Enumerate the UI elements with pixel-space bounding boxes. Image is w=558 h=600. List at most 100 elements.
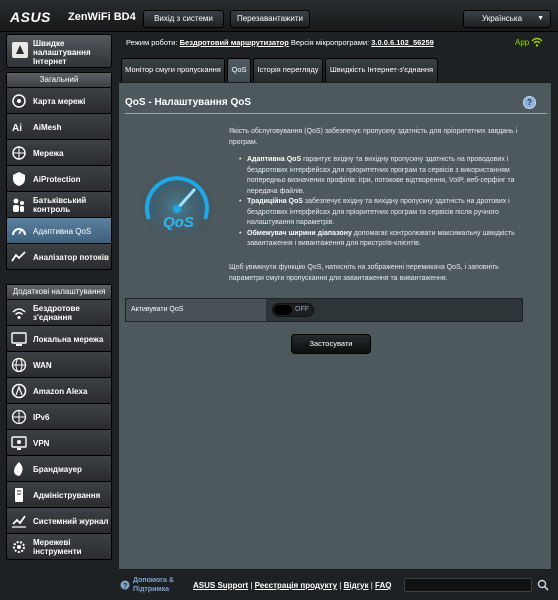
sidebar-item-aimesh[interactable]: Ai AiMesh [6,114,112,140]
firewall-icon [14,462,23,476]
app-indicator[interactable]: App [515,37,543,47]
administration-icon [15,488,23,502]
lan-icon [11,332,27,346]
apply-button[interactable]: Застосувати [291,334,371,354]
asus-logo[interactable]: ASUS [10,9,51,25]
sidebar-item-lan[interactable]: Локальна мережа [6,326,112,352]
sidebar-item-administration[interactable]: Адміністрування [6,482,112,508]
reboot-button[interactable]: Перезавантажити [230,10,310,28]
system-log-icon [12,515,26,528]
advanced-section-heading: Додаткові налаштування [6,284,112,300]
divider [125,113,547,114]
enable-qos-label: Активувати QoS [126,299,266,321]
qos-enable-note: Щоб увімкнути функцію QoS, натисніть на … [229,264,499,282]
quick-setup-label: Швидке налаштування Інтернет [33,39,91,66]
sidebar-item-vpn[interactable]: VPN [6,430,112,456]
tab-web-history[interactable]: Історія перегляду [253,58,323,82]
language-value: Українська [482,14,523,23]
feedback-link[interactable]: Відгук [344,581,369,590]
sidebar-item-label: Батьківський контроль [33,196,87,214]
sidebar-item-label: IPv6 [33,412,50,422]
language-select[interactable]: Українська ▼ [463,10,551,28]
sidebar-item-label: Бездротове з'єднання [33,304,80,322]
sidebar-item-wan[interactable]: WAN [6,352,112,378]
ipv6-icon [11,409,27,425]
sidebar-item-system-log[interactable]: Системний журнал [6,508,112,534]
sidebar-item-label: Адаптивна QoS [33,226,92,236]
tab-speedtest[interactable]: Швидкість Інтернет-з'єднання [325,58,438,82]
qos-intro: Якість обслуговування (QoS) забезпечує п… [229,128,518,146]
wifi-icon [531,37,543,47]
sidebar-item-label: Аналізатор потоків [33,252,109,262]
sidebar-item-label: Мережеві інструменти [33,538,82,556]
footer: ? Допомога & Підтримка ASUS Support | Ре… [0,572,558,600]
enable-qos-toggle[interactable]: OFF [272,303,314,317]
toggle-knob [274,305,292,315]
vpn-icon [11,436,27,450]
alexa-icon [11,383,27,399]
tab-qos[interactable]: QoS [227,58,251,82]
faq-link[interactable]: FAQ [375,581,391,590]
tab-bandwidth-monitor[interactable]: Монітор смуги пропускання [121,58,225,82]
bullet-title: Обмежувач ширини діапазону [247,229,352,237]
search-input[interactable] [404,578,532,592]
help-icon[interactable]: ? [523,96,536,109]
qos-speedometer-icon: QoS [137,167,217,247]
network-map-icon [12,94,26,108]
list-item: Обмежувач ширини діапазону допомагає кон… [239,229,531,250]
sidebar-item-label: Карта мережі [33,96,86,106]
sidebar-item-label: Мережа [33,148,64,158]
sidebar-item-parental-control[interactable]: Батьківський контроль [6,192,112,218]
search-icon[interactable] [537,579,549,591]
app-label: App [515,38,530,47]
sidebar-item-network-tools[interactable]: Мережеві інструменти [6,534,112,560]
qos-icon [12,228,26,236]
network-tools-icon [13,541,25,553]
bullet-title: Адаптивна QoS [247,156,302,163]
firmware-label: Версія мікропрограми: [290,38,370,47]
sidebar-item-aiprotection[interactable]: AiProtection [6,166,112,192]
sidebar-item-label: Брандмауер [33,464,82,474]
sidebar-item-alexa[interactable]: Amazon Alexa [6,378,112,404]
wan-icon [11,357,27,373]
traffic-analyzer-icon [11,251,26,262]
wireless-icon [12,308,26,319]
parental-control-icon [13,198,24,212]
aiprotection-icon [13,172,25,186]
sidebar-item-network[interactable]: Мережа [6,140,112,166]
status-line: Режим роботи: Бездротовий маршрутизатор … [126,38,486,47]
sidebar-item-firewall[interactable]: Брандмауер [6,456,112,482]
sidebar-item-traffic-analyzer[interactable]: Аналізатор потоків [6,244,112,270]
sidebar-item-label: VPN [33,438,50,448]
sidebar-item-label: AiMesh [33,122,62,132]
help-support-link[interactable]: Допомога & Підтримка [133,576,183,594]
page-title: QoS - Налаштування QoS [125,97,252,108]
chevron-down-icon: ▼ [537,15,544,22]
sidebar-item-network-map[interactable]: Карта мережі [6,88,112,114]
list-item: Традиційна QoS забезпечує вхідну та вихі… [239,197,531,229]
sidebar-item-label: Адміністрування [33,490,101,500]
svg-text:?: ? [123,583,127,590]
logout-button[interactable]: Вихід з системи [143,10,224,28]
product-registration-link[interactable]: Реєстрація продукту [255,581,337,590]
quick-setup-button[interactable]: Швидке налаштування Інтернет [6,34,112,68]
model-name: ZenWiFi BD4 [68,11,136,23]
svg-text:QoS: QoS [163,214,194,231]
footer-links: ASUS Support | Реєстрація продукту | Від… [193,581,391,590]
firmware-version-link[interactable]: 3.0.0.6.102_56259 [371,38,434,47]
qos-panel: QoS - Налаштування QoS ? QoS Якість обсл… [118,82,552,570]
sidebar-item-wireless[interactable]: Бездротове з'єднання [6,300,112,326]
bullet-title: Традиційна QoS [247,198,303,205]
mode-label: Режим роботи: [126,38,178,47]
sidebar-item-label: AiProtection [33,174,81,184]
network-icon [12,146,26,160]
sidebar-item-label: Системний журнал [33,516,109,526]
sidebar-item-label: Локальна мережа [33,334,104,344]
sidebar-item-label: WAN [33,360,52,370]
sidebar-item-ipv6[interactable]: IPv6 [6,404,112,430]
sidebar-item-label: Amazon Alexa [33,386,88,396]
asus-support-link[interactable]: ASUS Support [193,581,248,590]
operation-mode-link[interactable]: Бездротовий маршрутизатор [180,38,289,47]
sidebar-item-qos[interactable]: Адаптивна QoS [6,218,112,244]
top-bar: ASUS ZenWiFi BD4 Вихід з системи Перезав… [0,0,558,32]
